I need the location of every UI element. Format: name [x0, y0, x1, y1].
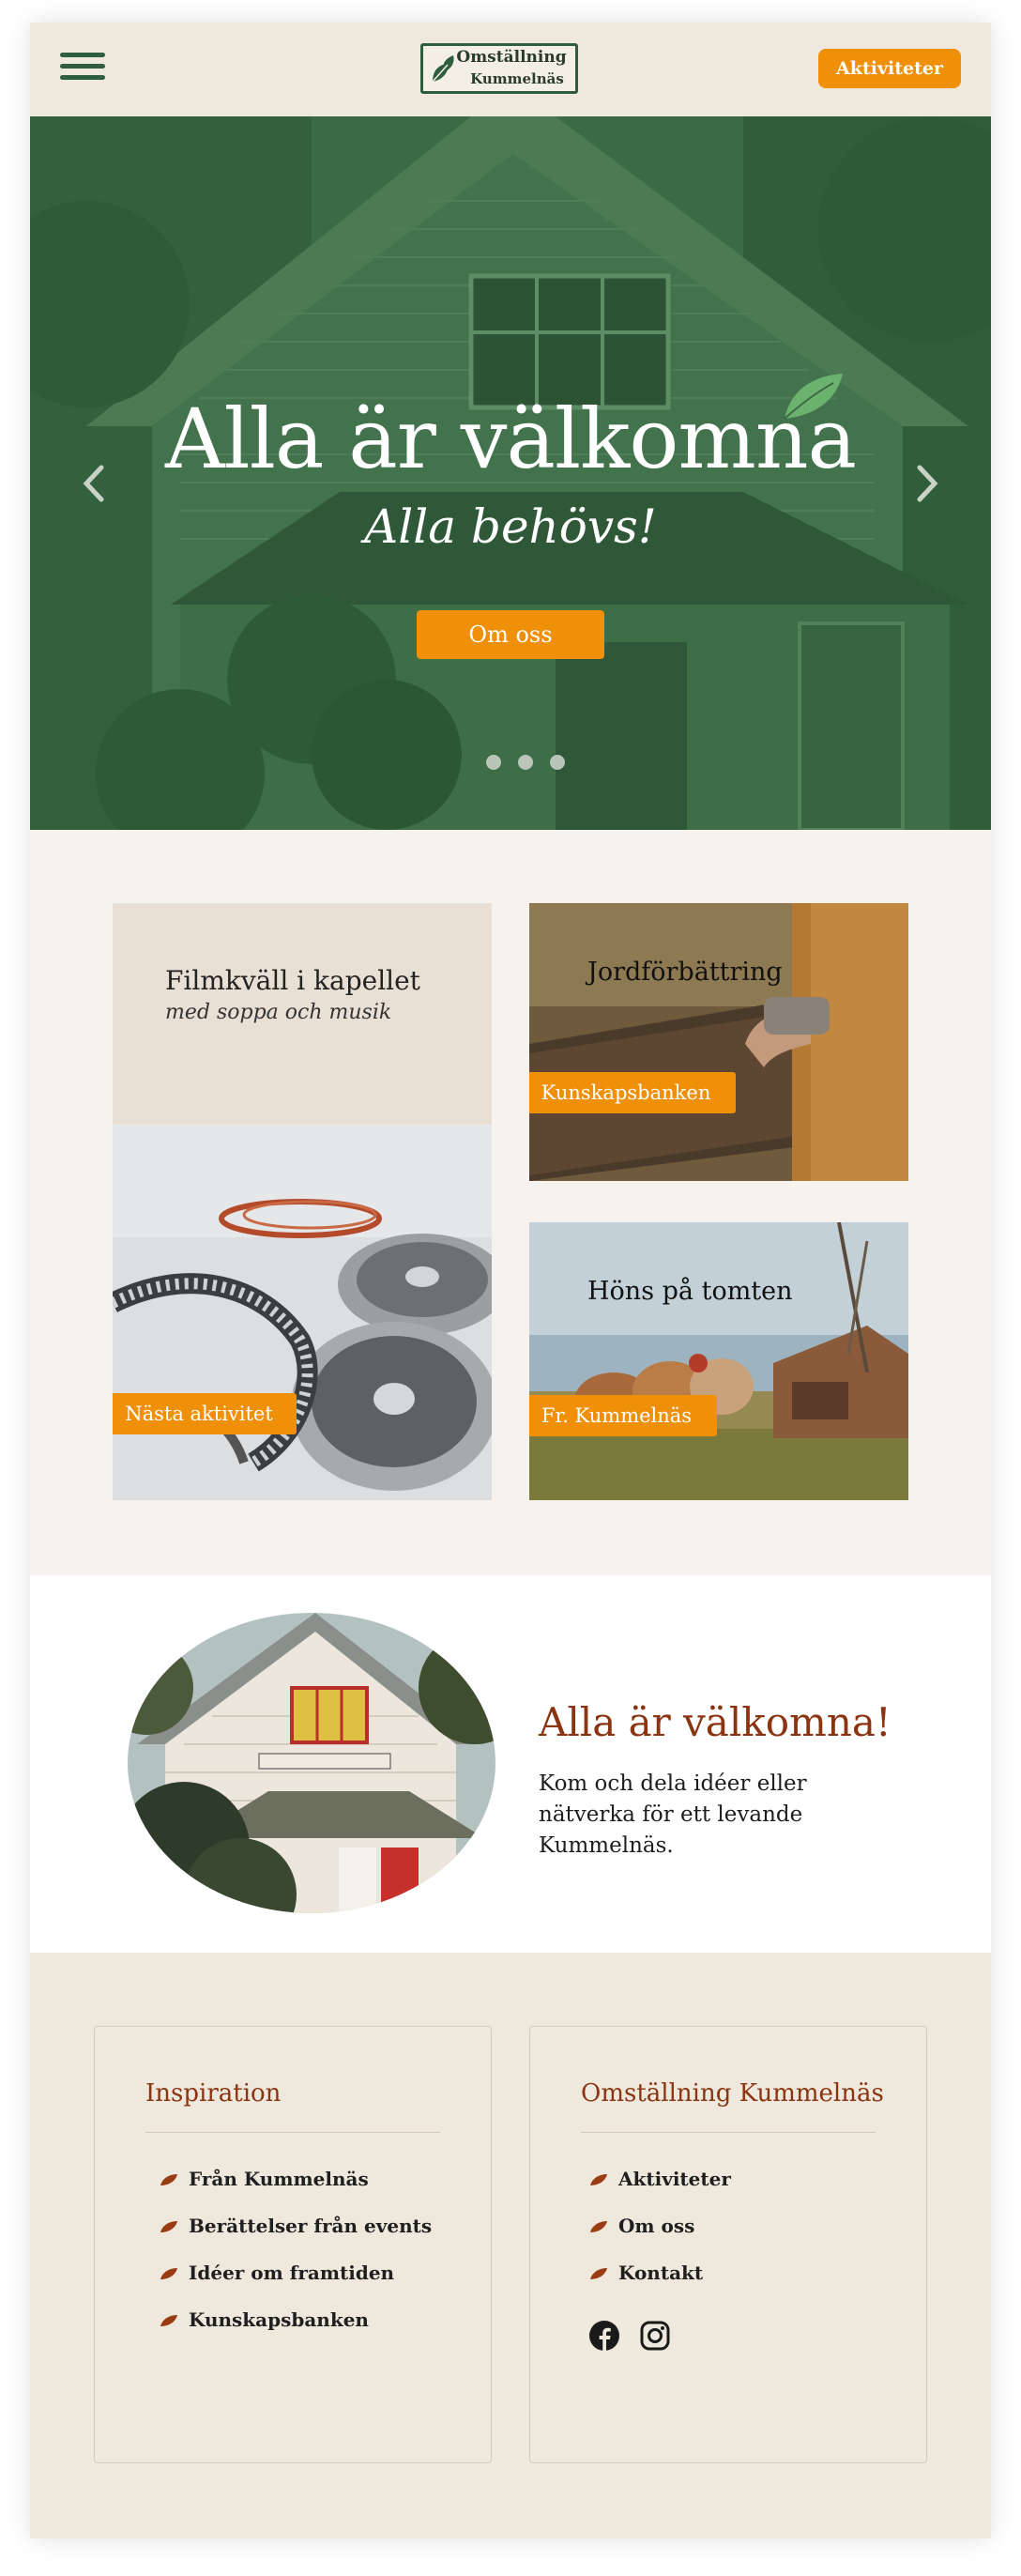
- card-soil-improvement[interactable]: Jordförbättring Kunskapsbanken: [529, 903, 908, 1181]
- leaf-bullet-icon: [590, 2221, 607, 2232]
- footer-link-aktiviteter[interactable]: Aktiviteter: [588, 2168, 731, 2215]
- card-hens[interactable]: Höns på tomten Fr. Kummelnäs: [529, 1222, 908, 1500]
- footer-link-label: Om oss: [618, 2215, 695, 2237]
- leaf-bullet-icon: [590, 2174, 607, 2185]
- welcome-title: Alla är välkomna!: [539, 1699, 891, 1745]
- footer-column-title: Omställning Kummelnäs: [581, 2079, 884, 2108]
- featured-card-title: Filmkväll i kapellet: [165, 965, 420, 996]
- featured-card-tag[interactable]: Nästa aktivitet: [113, 1393, 297, 1434]
- footer-link-kontakt[interactable]: Kontakt: [588, 2262, 731, 2308]
- soil-image: [529, 903, 908, 1181]
- footer-link-list: Aktiviteter Om oss Kontakt: [588, 2168, 731, 2308]
- footer-link-list: Från Kummelnäs Berättelser från events I…: [159, 2168, 432, 2355]
- hero-slider: Alla är välkomna Alla behövs! Om oss: [30, 116, 991, 830]
- card-soil-title: Jordförbättring: [587, 958, 783, 987]
- chapel-image: [128, 1613, 495, 1913]
- instagram-icon[interactable]: [639, 2320, 671, 2352]
- site-header: Omställning Kummelnäs Aktiviteter: [30, 23, 991, 116]
- footer-link-label: Kontakt: [618, 2262, 704, 2284]
- footer-link-label: Aktiviteter: [618, 2168, 731, 2190]
- slider-dot-3[interactable]: [550, 755, 565, 770]
- footer-link-label: Idéer om framtiden: [189, 2262, 395, 2284]
- welcome-section: Alla är välkomna! Kom och dela idéer ell…: [30, 1575, 991, 1953]
- hero-title: Alla är välkomna: [165, 391, 857, 487]
- featured-event-card[interactable]: Filmkväll i kapellet med soppa och musik…: [113, 903, 492, 1500]
- card-hens-tag[interactable]: Fr. Kummelnäs: [529, 1395, 717, 1436]
- footer-link-label: Från Kummelnäs: [189, 2168, 369, 2190]
- facebook-icon[interactable]: [588, 2320, 620, 2352]
- about-us-button[interactable]: Om oss: [417, 610, 604, 659]
- footer-link-label: Kunskapsbanken: [189, 2308, 369, 2331]
- footer-link-berattelser[interactable]: Berättelser från events: [159, 2215, 432, 2262]
- footer-link-om-oss[interactable]: Om oss: [588, 2215, 731, 2262]
- leaf-bullet-icon: [160, 2268, 177, 2279]
- card-soil-tag[interactable]: Kunskapsbanken: [529, 1072, 736, 1113]
- divider: [145, 2132, 440, 2133]
- footer-link-fran-kummelnas[interactable]: Från Kummelnäs: [159, 2168, 432, 2215]
- leaf-bullet-icon: [160, 2174, 177, 2185]
- featured-card-subtitle: med soppa och musik: [165, 1001, 392, 1024]
- footer-column-organisation: Omställning Kummelnäs Aktiviteter Om oss…: [529, 2026, 927, 2463]
- page: Omställning Kummelnäs Aktiviteter Alla ä…: [30, 23, 991, 2538]
- site-logo[interactable]: Omställning Kummelnäs: [420, 43, 578, 94]
- footer-column-title: Inspiration: [145, 2079, 282, 2108]
- footer-column-inspiration: Inspiration Från Kummelnäs Berättelser f…: [94, 2026, 492, 2463]
- divider: [581, 2132, 876, 2133]
- site-footer: Inspiration Från Kummelnäs Berättelser f…: [30, 1953, 991, 2538]
- footer-link-ideer[interactable]: Idéer om framtiden: [159, 2262, 432, 2308]
- activities-button[interactable]: Aktiviteter: [818, 49, 961, 88]
- leaf-bullet-icon: [160, 2221, 177, 2232]
- slider-dots: [469, 755, 565, 774]
- hens-image: [529, 1222, 908, 1500]
- cards-section: Filmkväll i kapellet med soppa och musik…: [30, 830, 991, 1575]
- hero-subtitle: Alla behövs!: [364, 499, 657, 554]
- logo-text-line2: Kummelnäs: [470, 70, 564, 87]
- leaf-bullet-icon: [590, 2268, 607, 2279]
- logo-text-line1: Omställning: [456, 48, 567, 67]
- card-hens-title: Höns på tomten: [587, 1277, 793, 1306]
- footer-link-kunskapsbanken[interactable]: Kunskapsbanken: [159, 2308, 432, 2355]
- welcome-text: Kom och dela idéer eller nätverka för et…: [539, 1771, 807, 1858]
- leaf-bullet-icon: [160, 2315, 177, 2326]
- slider-dot-2[interactable]: [518, 755, 533, 770]
- featured-card-text-area: Filmkväll i kapellet med soppa och musik: [113, 903, 492, 1125]
- hamburger-menu-icon[interactable]: [60, 53, 105, 86]
- footer-link-label: Berättelser från events: [189, 2215, 433, 2237]
- film-reels-image: [113, 1125, 492, 1500]
- slider-dot-1[interactable]: [486, 755, 501, 770]
